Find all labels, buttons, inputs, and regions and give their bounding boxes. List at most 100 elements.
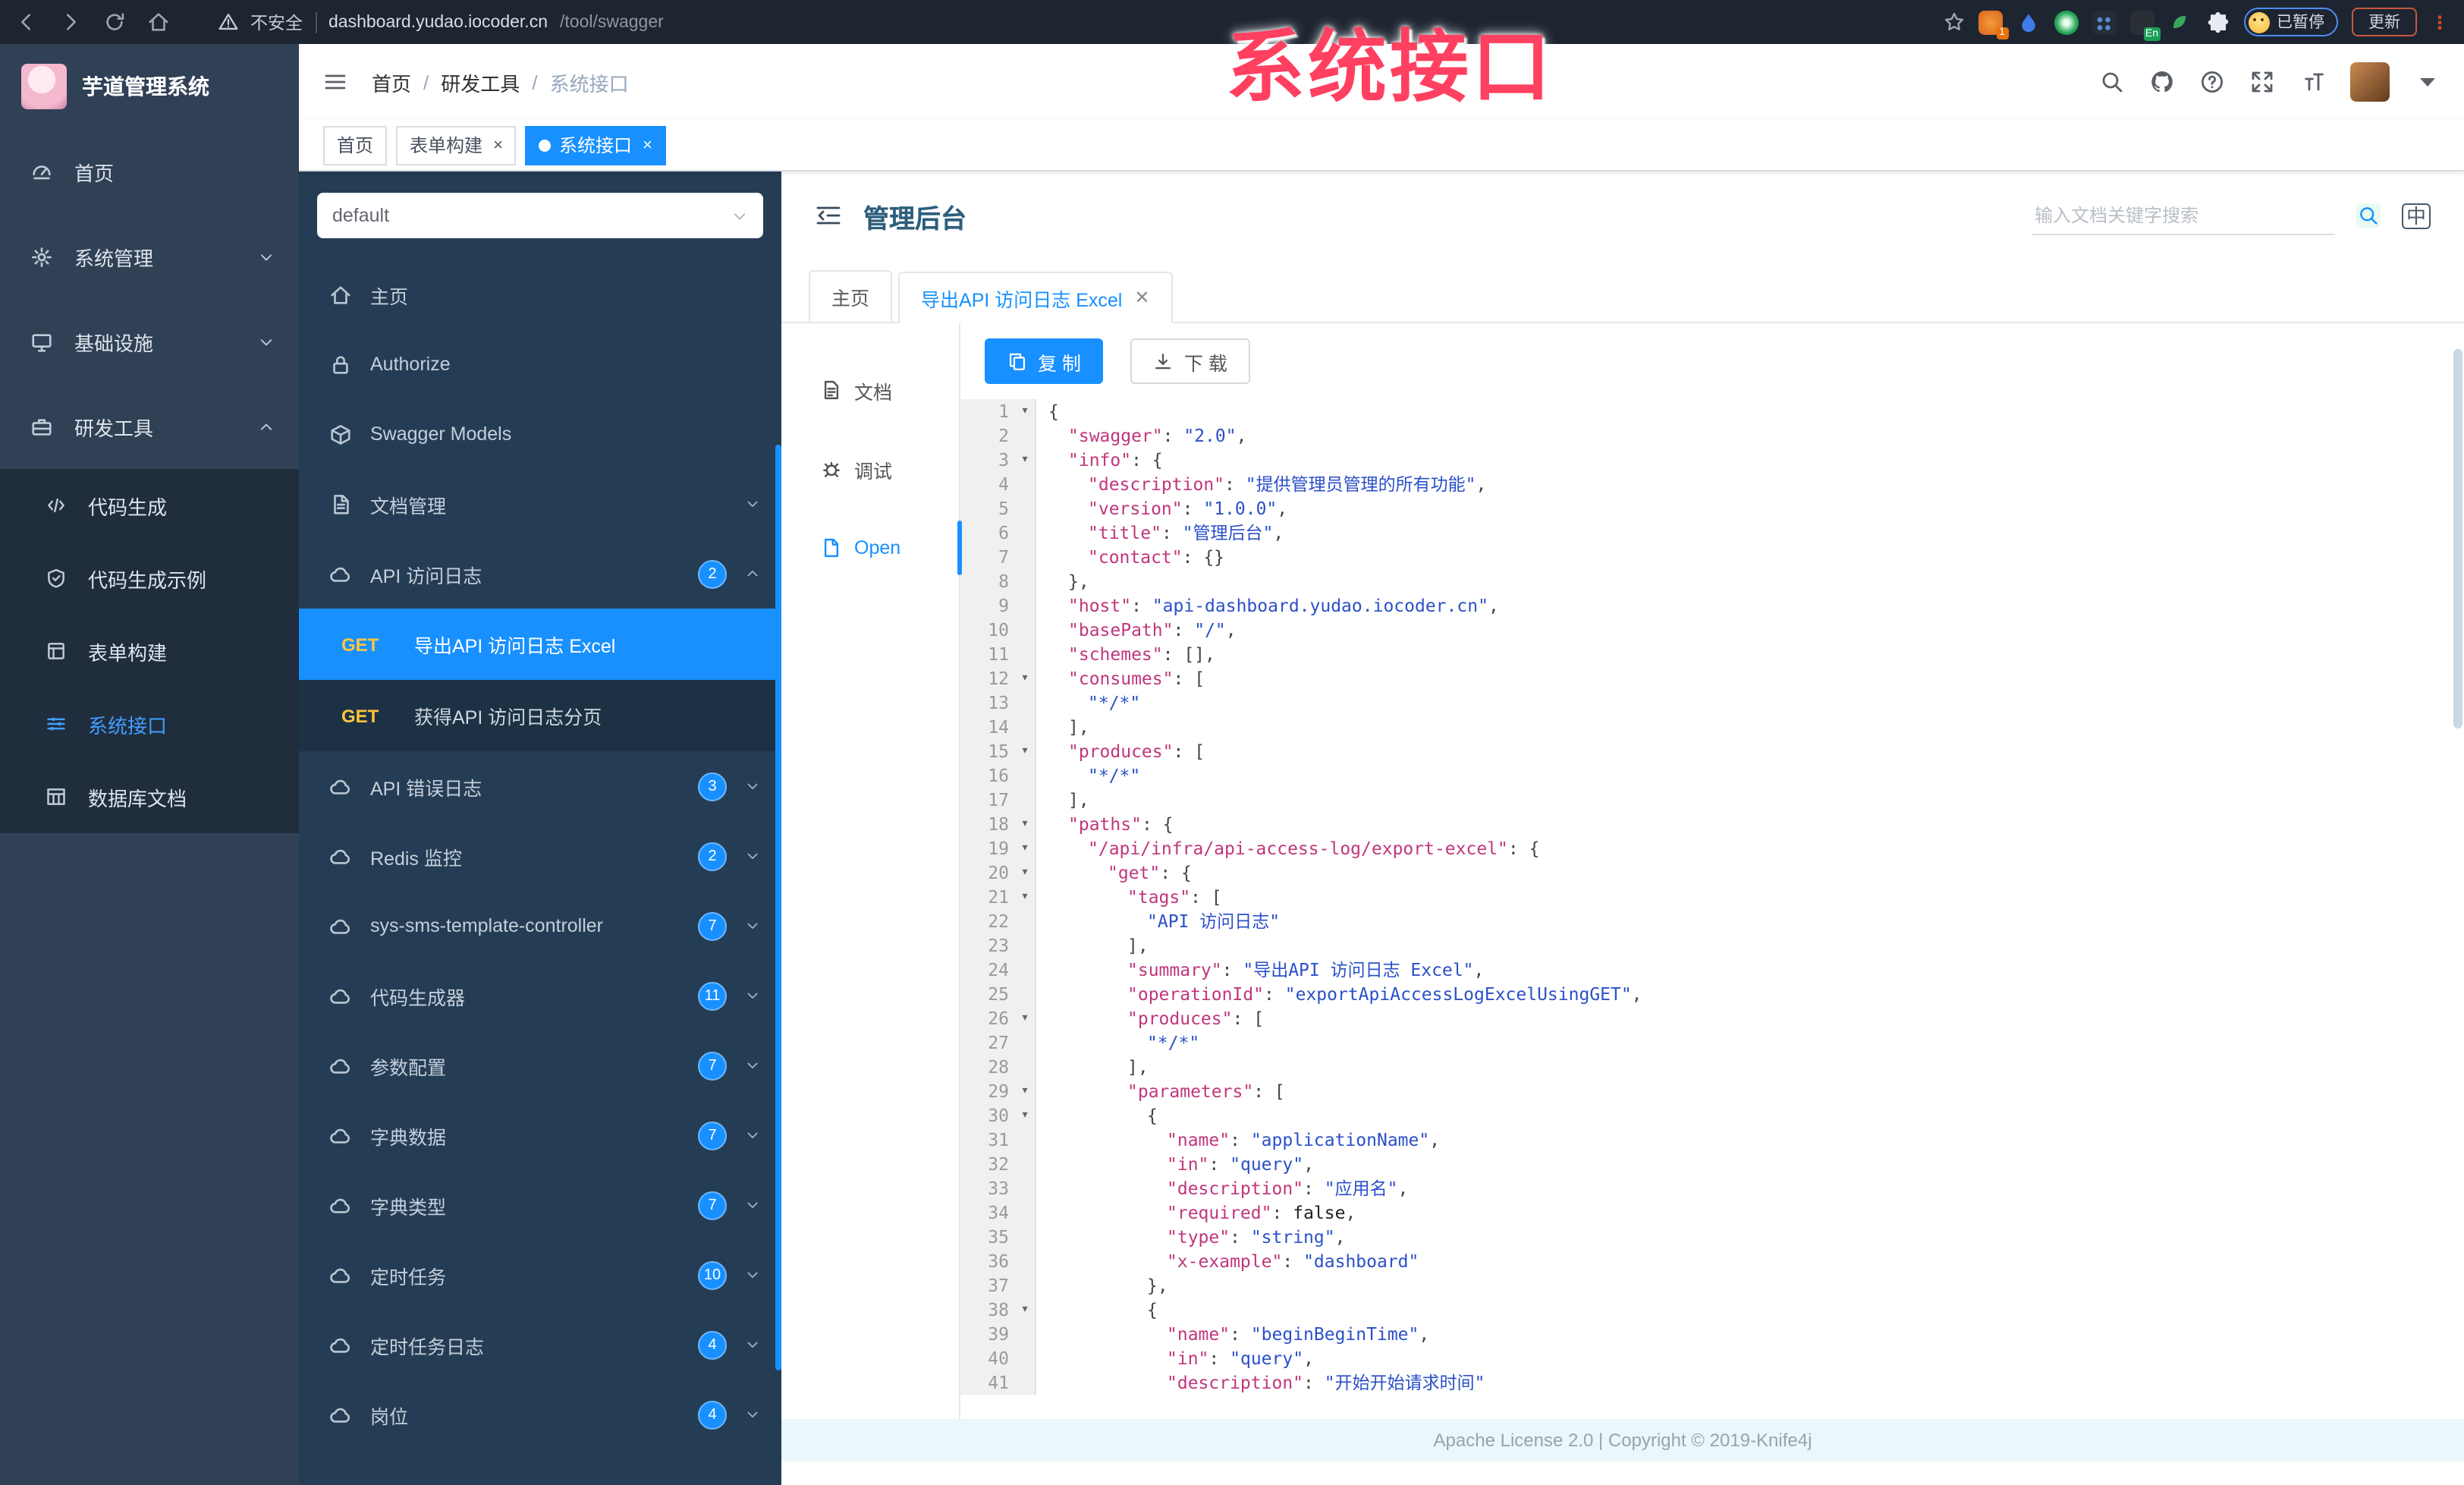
collapse-panel-icon[interactable] (815, 203, 842, 228)
code-text: "in": "query", (1167, 1153, 1314, 1175)
sidebar-subitem-数据库文档[interactable]: 数据库文档 (0, 760, 299, 833)
api-group-定时任务[interactable]: 定时任务 10 (299, 1240, 781, 1310)
line-number: 16 (960, 763, 1015, 788)
fold-toggle-icon[interactable]: ▾ (1015, 1298, 1036, 1322)
api-group-sys-sms-template-controller[interactable]: sys-sms-template-controller 7 (299, 891, 781, 961)
json-editor[interactable]: 1 ▾{2 "swagger": "2.0", 3 ▾ "info": {4 "descri… (960, 399, 2464, 1418)
language-icon[interactable]: 中 (2401, 203, 2431, 228)
sidebar-item-系统管理[interactable]: 系统管理 (0, 214, 299, 299)
help-icon[interactable] (2200, 70, 2224, 94)
api-group-参数配置[interactable]: 参数配置 7 (299, 1030, 781, 1100)
doc-search-icon[interactable] (2356, 203, 2381, 228)
fold-toggle-icon[interactable]: ▾ (1015, 666, 1036, 691)
breadcrumb-item[interactable]: 首页 (372, 68, 411, 96)
doc-tab-close-icon[interactable]: ✕ (1134, 287, 1149, 308)
api-group-定时任务日志[interactable]: 定时任务日志 4 (299, 1310, 781, 1380)
api-endpoint-label: 导出API 访问日志 Excel (414, 636, 616, 657)
api-endpoint[interactable]: GET 获得API 访问日志分页 (299, 680, 781, 751)
fold-toggle-icon[interactable]: ▾ (1015, 812, 1036, 836)
doc-search: 输入文档关键字搜索 中 (2031, 196, 2431, 235)
sidebar-item-研发工具[interactable]: 研发工具 (0, 384, 299, 469)
line-number: 9 (960, 593, 1015, 618)
doc-tab-主页[interactable]: 主页 (809, 270, 893, 322)
line-number: 37 (960, 1273, 1015, 1298)
sidebar-subitem-系统接口[interactable]: 系统接口 (0, 687, 299, 760)
download-button[interactable]: 下 载 (1130, 338, 1250, 384)
extension-grid-icon[interactable] (2092, 10, 2116, 34)
tag-close-icon[interactable]: × (643, 136, 652, 154)
api-endpoint[interactable]: GET 导出API 访问日志 Excel (299, 609, 781, 680)
fold-toggle-icon (1015, 1322, 1036, 1346)
api-group-主页[interactable]: 主页 (299, 260, 781, 329)
sidebar-item-基础设施[interactable]: 基础设施 (0, 299, 299, 384)
fold-toggle-icon[interactable]: ▾ (1015, 399, 1036, 423)
api-group-字典数据[interactable]: 字典数据 7 (299, 1100, 781, 1170)
home-icon[interactable] (147, 11, 170, 33)
search-icon[interactable] (2100, 70, 2124, 94)
panel-scrollbar[interactable] (775, 445, 781, 1370)
fold-toggle-icon[interactable]: ▾ (1015, 448, 1036, 472)
logo-row[interactable]: 芋道管理系统 (0, 44, 299, 129)
back-icon[interactable] (15, 11, 38, 33)
sidebar-subitem-代码生成示例[interactable]: 代码生成示例 (0, 542, 299, 615)
forward-icon[interactable] (59, 11, 82, 33)
api-group-Redis 监控[interactable]: Redis 监控 2 (299, 821, 781, 891)
tag-首页[interactable]: 首页 (323, 125, 388, 165)
sidebar-subitem-代码生成[interactable]: 代码生成 (0, 469, 299, 542)
fold-toggle-icon[interactable]: ▾ (1015, 860, 1036, 885)
api-group-API 访问日志[interactable]: API 访问日志 2 (299, 539, 781, 609)
extension-leaf-icon[interactable] (2167, 10, 2192, 34)
api-group-API 错误日志[interactable]: API 错误日志 3 (299, 751, 781, 821)
tag-close-icon[interactable]: × (493, 136, 503, 154)
api-group-children: GET 导出API 访问日志 Excel GET 获得API 访问日志分页 (299, 609, 781, 751)
fold-toggle-icon[interactable]: ▾ (1015, 885, 1036, 909)
breadcrumb-item[interactable]: 研发工具 (441, 68, 520, 96)
extension-orange-icon[interactable]: 1 (1978, 10, 2008, 39)
breadcrumb-item[interactable]: 系统接口 (550, 68, 629, 96)
api-group-岗位[interactable]: 岗位 4 (299, 1380, 781, 1449)
side-tab-调试[interactable]: 调试 (781, 429, 959, 508)
api-group-代码生成器[interactable]: 代码生成器 11 (299, 961, 781, 1030)
hamburger-icon[interactable] (323, 70, 347, 94)
fold-toggle-icon (1015, 618, 1036, 642)
copy-button[interactable]: 复 制 (985, 338, 1104, 384)
fold-toggle-icon[interactable]: ▾ (1015, 1006, 1036, 1030)
tag-系统接口[interactable]: 系统接口 × (525, 125, 666, 165)
doc-search-input[interactable]: 输入文档关键字搜索 (2031, 196, 2335, 235)
doc-tab-导出API 访问日志 Excel[interactable]: 导出API 访问日志 Excel ✕ (898, 272, 1173, 323)
sidebar-subitem-表单构建[interactable]: 表单构建 (0, 615, 299, 687)
side-tab-文档[interactable]: 文档 (781, 351, 959, 429)
code-text: "version": "1.0.0", (1088, 498, 1288, 519)
github-icon[interactable] (2150, 70, 2174, 94)
api-group-字典类型[interactable]: 字典类型 7 (299, 1170, 781, 1240)
page-scrollbar[interactable] (2453, 349, 2462, 728)
fold-toggle-icon[interactable]: ▾ (1015, 1079, 1036, 1103)
address-bar[interactable]: 不安全 dashboard.yudao.iocoder.cn/tool/swag… (191, 0, 1922, 44)
font-size-icon[interactable] (2300, 70, 2324, 94)
home-icon (329, 283, 352, 306)
api-group-文档管理[interactable]: 文档管理 (299, 469, 781, 539)
sidebar-item-首页[interactable]: 首页 (0, 129, 299, 214)
browser-menu-icon[interactable]: ⋮ (2431, 11, 2449, 33)
extension-green-circle-icon[interactable] (2054, 10, 2078, 34)
bookmark-star-icon[interactable] (1943, 11, 1964, 33)
extension-drop-icon[interactable] (2016, 10, 2040, 34)
extensions-puzzle-icon[interactable] (2205, 10, 2230, 34)
group-select[interactable]: default (317, 193, 763, 238)
avatar-caret-icon[interactable] (2415, 70, 2440, 94)
fold-toggle-icon[interactable]: ▾ (1015, 739, 1036, 763)
user-avatar[interactable] (2350, 62, 2390, 102)
api-group-Swagger Models[interactable]: Swagger Models (299, 399, 781, 469)
tag-表单构建[interactable]: 表单构建 × (396, 125, 517, 165)
api-count-badge: 10 (698, 1260, 727, 1289)
fold-toggle-icon[interactable]: ▾ (1015, 836, 1036, 860)
api-group-Authorize[interactable]: Authorize (299, 329, 781, 399)
fold-toggle-icon[interactable]: ▾ (1015, 1103, 1036, 1128)
update-button[interactable]: 更新 (2352, 8, 2417, 36)
extension-translate-icon[interactable]: En (2129, 10, 2160, 40)
fullscreen-icon[interactable] (2250, 70, 2274, 94)
reload-icon[interactable] (103, 11, 126, 33)
side-tab-Open[interactable]: Open (781, 508, 962, 587)
sidebar-subitem-label: 系统接口 (88, 714, 168, 737)
paused-pill[interactable]: 已暂停 (2243, 8, 2338, 36)
